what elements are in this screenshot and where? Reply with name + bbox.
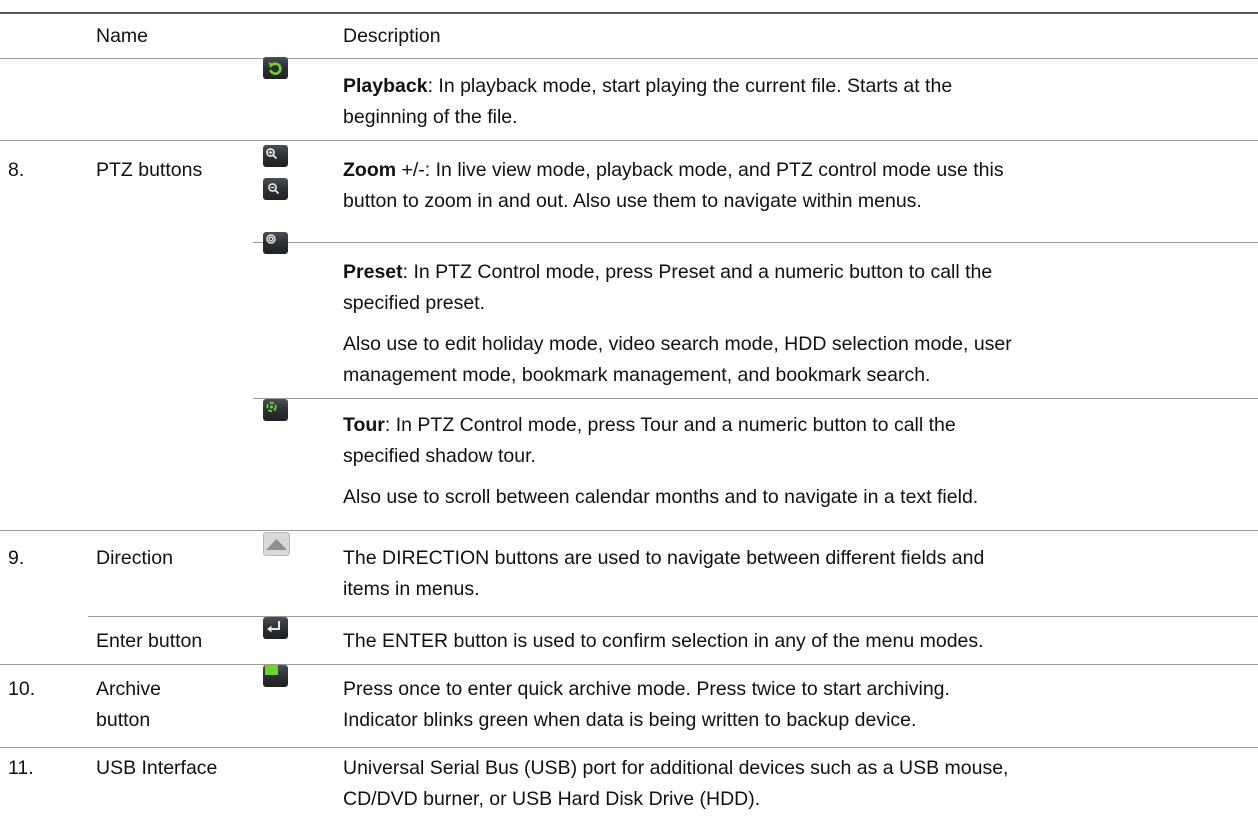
playback-desc-line1: Playback: In playback mode, start playin… bbox=[343, 75, 953, 97]
usb-desc-line2: CD/DVD burner, or USB Hard Disk Drive (H… bbox=[343, 788, 761, 810]
archive-desc-line2: Indicator blinks green when data is bein… bbox=[343, 709, 917, 731]
row-number-9: 9. bbox=[8, 547, 25, 569]
preset-desc-line2: specified preset. bbox=[343, 292, 485, 314]
zoom-title: Zoom bbox=[343, 159, 397, 181]
row-name-direction: Direction bbox=[96, 547, 173, 569]
header-name: Name bbox=[96, 25, 149, 47]
header-divider bbox=[0, 58, 1258, 59]
sub-row-divider bbox=[253, 242, 1258, 243]
playback-title: Playback bbox=[343, 75, 428, 97]
button-description-table: Name Description Playback: In playback m… bbox=[0, 0, 1258, 820]
preset-title: Preset bbox=[343, 261, 403, 283]
preset-icon bbox=[263, 232, 288, 254]
row-divider bbox=[0, 747, 1258, 748]
row-name-enter-button: Enter button bbox=[96, 630, 203, 652]
playback-desc-line2: beginning of the file. bbox=[343, 106, 518, 128]
row-divider bbox=[0, 530, 1258, 531]
row-name-ptz-buttons: PTZ buttons bbox=[96, 159, 203, 181]
preset-extra-line1: Also use to edit holiday mode, video sea… bbox=[343, 333, 1012, 355]
enter-icon bbox=[263, 617, 288, 639]
tour-desc-line2: specified shadow tour. bbox=[343, 445, 536, 467]
zoom-desc-line1: Zoom +/-: In live view mode, playback mo… bbox=[343, 159, 1004, 181]
usb-desc-line1: Universal Serial Bus (USB) port for addi… bbox=[343, 757, 1009, 779]
tour-desc-line1: Tour: In PTZ Control mode, press Tour an… bbox=[343, 414, 956, 436]
zoom-desc-line2: button to zoom in and out. Also use them… bbox=[343, 190, 922, 212]
playback-icon bbox=[263, 57, 288, 79]
sub-row-divider bbox=[253, 398, 1258, 399]
row-divider bbox=[0, 140, 1258, 141]
tour-icon bbox=[263, 399, 288, 421]
row-name-usb-interface: USB Interface bbox=[96, 757, 218, 779]
header-description: Description bbox=[343, 25, 441, 47]
direction-desc-line2: items in menus. bbox=[343, 578, 480, 600]
archive-desc-line1: Press once to enter quick archive mode. … bbox=[343, 678, 950, 700]
preset-desc-line1: Preset: In PTZ Control mode, press Prese… bbox=[343, 261, 993, 283]
row-divider bbox=[0, 664, 1258, 665]
row-number-10: 10. bbox=[8, 678, 36, 700]
zoom-in-icon bbox=[263, 145, 288, 167]
tour-title: Tour bbox=[343, 414, 385, 436]
row-name-archive-line2: button bbox=[96, 709, 151, 731]
direction-up-icon bbox=[263, 532, 290, 556]
table-top-rule bbox=[0, 12, 1258, 14]
direction-desc-line1: The DIRECTION buttons are used to naviga… bbox=[343, 547, 985, 569]
preset-extra-line2: management mode, bookmark management, an… bbox=[343, 364, 931, 386]
enter-desc-line1: The ENTER button is used to confirm sele… bbox=[343, 630, 984, 652]
row-number-8: 8. bbox=[8, 159, 25, 181]
archive-icon bbox=[263, 665, 288, 687]
tour-extra-line1: Also use to scroll between calendar mont… bbox=[343, 486, 979, 508]
row-name-archive-line1: Archive bbox=[96, 678, 162, 700]
row-number-11: 11. bbox=[8, 757, 34, 779]
zoom-out-icon bbox=[263, 178, 288, 200]
